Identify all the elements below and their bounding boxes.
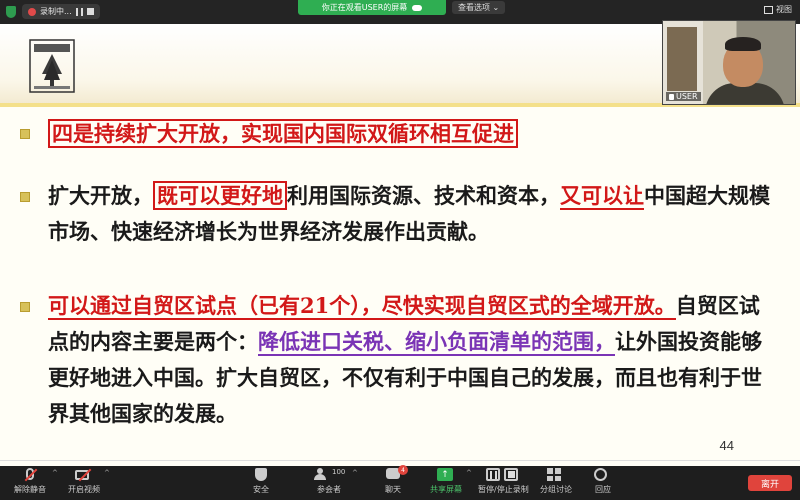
audio-options-caret-icon[interactable]: ^ xyxy=(52,469,58,477)
cloud-icon xyxy=(412,4,423,11)
participants-icon xyxy=(314,468,330,480)
record-button[interactable]: 暂停/停止录制 xyxy=(478,468,529,495)
leave-meeting-button[interactable]: 离开 xyxy=(748,475,792,491)
view-options-label: 查看选项 xyxy=(458,3,490,12)
leave-label: 离开 xyxy=(760,479,779,490)
university-logo xyxy=(29,39,75,93)
share-screen-label: 共享屏幕 xyxy=(430,485,462,494)
video-person-hair xyxy=(725,37,761,51)
mute-label: 解除静音 xyxy=(14,485,46,494)
view-options-button[interactable]: 查看选项 ⌄ xyxy=(452,1,506,14)
slide-footer-line xyxy=(0,460,800,461)
recording-dot-icon xyxy=(28,7,36,16)
share-screen-icon: ↑ xyxy=(437,468,453,481)
breakout-label: 分组讨论 xyxy=(540,485,572,494)
bullet-icon xyxy=(20,302,30,312)
participant-name: USER xyxy=(676,92,698,101)
participants-count: 100 xyxy=(332,468,346,476)
recording-indicator: 录制中... xyxy=(22,4,100,19)
slide-heading: 四是持续扩大开放，实现国内国际双循环相互促进 xyxy=(48,116,778,152)
reactions-label: 回应 xyxy=(595,485,611,494)
smiley-icon xyxy=(594,468,607,481)
security-label: 安全 xyxy=(253,485,269,494)
view-grid-icon xyxy=(764,5,773,14)
heading-text: 四是持续扩大开放，实现国内国际双循环相互促进 xyxy=(48,119,518,148)
chat-button[interactable]: 4 聊天 xyxy=(384,465,408,495)
para1-text-a: 扩大开放， xyxy=(48,183,153,208)
para2-highlight-c: 降低进口关税、缩小负面清单的范围， xyxy=(258,329,615,356)
chat-unread-badge: 4 xyxy=(398,465,408,475)
video-options-caret-icon[interactable]: ^ xyxy=(104,469,110,477)
paragraph-1: 扩大开放， 既可以更好地 利用国际资源、技术和资本，又可以让中国超大规模市场、快速经… xyxy=(48,178,778,250)
para1-highlight-d: 又可以让 xyxy=(560,183,644,210)
video-label: 开启视频 xyxy=(68,485,100,494)
paragraph-2: 可以通过自贸区试点（已有21个），尽快实现自贸区式的全域开放。自贸区试点的内容主… xyxy=(48,288,778,432)
meeting-toolbar: 解除静音 ^ 开启视频 ^ 安全 100 参会者 ^ 4 聊天 ↑ 共享屏幕 ^… xyxy=(0,465,800,500)
view-button-label: 视图 xyxy=(776,5,792,14)
para2-highlight-a: 可以通过自贸区试点（已有21个），尽快实现自贸区式的全域开放。 xyxy=(48,293,676,320)
pin-icon xyxy=(669,93,674,100)
participants-options-caret-icon[interactable]: ^ xyxy=(352,469,358,477)
reactions-button[interactable]: 回应 xyxy=(594,468,612,495)
pause-icon xyxy=(486,468,501,481)
banner-text: 你正在观看USER的屏幕 xyxy=(321,3,408,12)
participants-button[interactable]: 100 参会者 xyxy=(314,468,346,495)
bullet-icon xyxy=(20,192,30,202)
stop-icon xyxy=(504,468,519,481)
recording-label: 录制中... xyxy=(40,7,72,16)
para1-text-c: 利用国际资源、技术和资本， xyxy=(287,183,560,208)
share-screen-button[interactable]: ↑ 共享屏幕 xyxy=(430,468,462,495)
record-label: 暂停/停止录制 xyxy=(478,485,529,494)
stop-recording-icon[interactable] xyxy=(86,8,94,15)
video-shelf xyxy=(667,27,697,91)
breakout-rooms-button[interactable]: 分组讨论 xyxy=(540,468,572,495)
participants-label: 参会者 xyxy=(317,485,341,494)
security-shield-icon[interactable] xyxy=(6,5,16,18)
view-button[interactable]: 视图 xyxy=(764,4,792,15)
participant-name-tag: USER xyxy=(666,92,701,101)
share-options-caret-icon[interactable]: ^ xyxy=(466,469,472,477)
bullet-icon xyxy=(20,129,30,139)
pause-recording-icon[interactable] xyxy=(75,7,83,16)
shield-icon xyxy=(255,468,267,481)
mute-button[interactable]: 解除静音 xyxy=(14,468,46,495)
slide-page-number: 44 xyxy=(719,438,734,453)
para1-highlight-b: 既可以更好地 xyxy=(153,181,287,210)
security-button[interactable]: 安全 xyxy=(252,468,270,495)
video-button[interactable]: 开启视频 xyxy=(68,468,100,495)
chat-label: 聊天 xyxy=(385,485,401,494)
screen-share-banner: 你正在观看USER的屏幕 xyxy=(298,0,446,15)
breakout-rooms-icon xyxy=(547,468,561,481)
participant-video[interactable]: USER xyxy=(662,20,796,105)
